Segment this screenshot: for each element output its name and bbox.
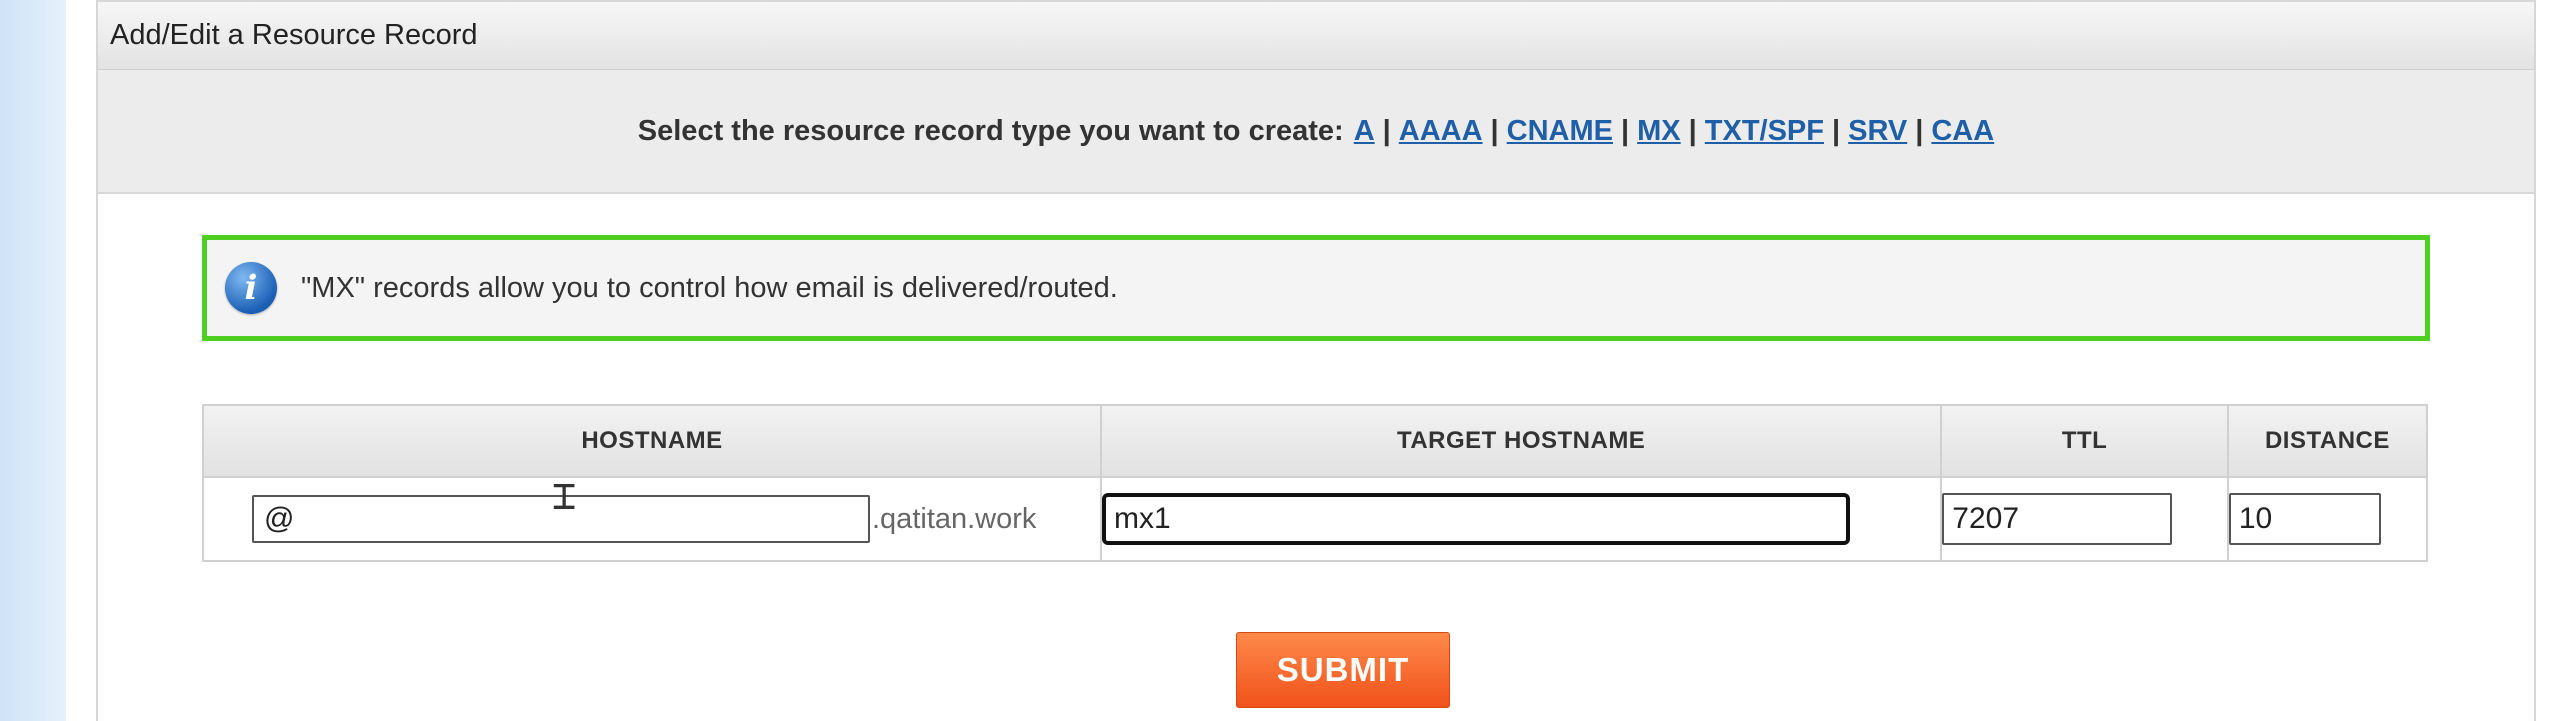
record-type-link-mx[interactable]: MX	[1637, 115, 1681, 148]
submit-button[interactable]: SUBMIT	[1236, 632, 1450, 708]
header-target-hostname: TARGET HOSTNAME	[1099, 404, 1943, 478]
distance-cell	[2226, 476, 2429, 562]
info-icon: i	[225, 262, 277, 314]
record-type-link-aaaa[interactable]: AAAA	[1399, 115, 1483, 148]
hostname-cell: .qatitan.work	[202, 476, 1102, 562]
header-ttl: TTL	[1940, 404, 2229, 478]
separator: |	[1915, 114, 1924, 147]
target-hostname-cell	[1099, 476, 1943, 562]
panel-title: Add/Edit a Resource Record	[98, 0, 2534, 70]
ttl-input[interactable]	[1942, 493, 2173, 545]
record-table: HOSTNAME TARGET HOSTNAME TTL DISTANCE .q…	[202, 404, 2429, 562]
ttl-cell	[1940, 476, 2229, 562]
header-distance: DISTANCE	[2226, 404, 2429, 478]
domain-suffix: .qatitan.work	[872, 502, 1037, 535]
distance-input[interactable]	[2228, 493, 2381, 545]
record-type-link-srv[interactable]: SRV	[1848, 115, 1907, 148]
table-row: .qatitan.work	[202, 476, 2429, 562]
text-cursor-icon: ⌶	[552, 473, 577, 519]
record-type-link-txt-spf[interactable]: TXT/SPF	[1705, 115, 1824, 148]
record-type-link-cname[interactable]: CNAME	[1507, 115, 1613, 148]
record-type-prompt: Select the resource record type you want…	[637, 114, 1344, 147]
header-hostname: HOSTNAME	[202, 404, 1102, 478]
left-background-strip	[0, 0, 66, 721]
record-type-selector: Select the resource record type you want…	[98, 70, 2534, 194]
separator: |	[1382, 114, 1391, 147]
target-hostname-input[interactable]	[1101, 493, 1850, 545]
separator: |	[1688, 114, 1697, 147]
submit-container: SUBMIT	[98, 632, 2538, 708]
separator: |	[1832, 114, 1841, 147]
separator: |	[1621, 114, 1630, 147]
info-message-box: i "MX" records allow you to control how …	[202, 235, 2430, 341]
separator: |	[1490, 114, 1499, 147]
table-header-row: HOSTNAME TARGET HOSTNAME TTL DISTANCE	[202, 404, 2429, 478]
record-type-link-caa[interactable]: CAA	[1931, 115, 1994, 148]
record-type-link-a[interactable]: A	[1354, 115, 1375, 148]
resource-record-panel: Add/Edit a Resource Record Select the re…	[96, 0, 2536, 721]
info-message: "MX" records allow you to control how em…	[301, 271, 1118, 304]
